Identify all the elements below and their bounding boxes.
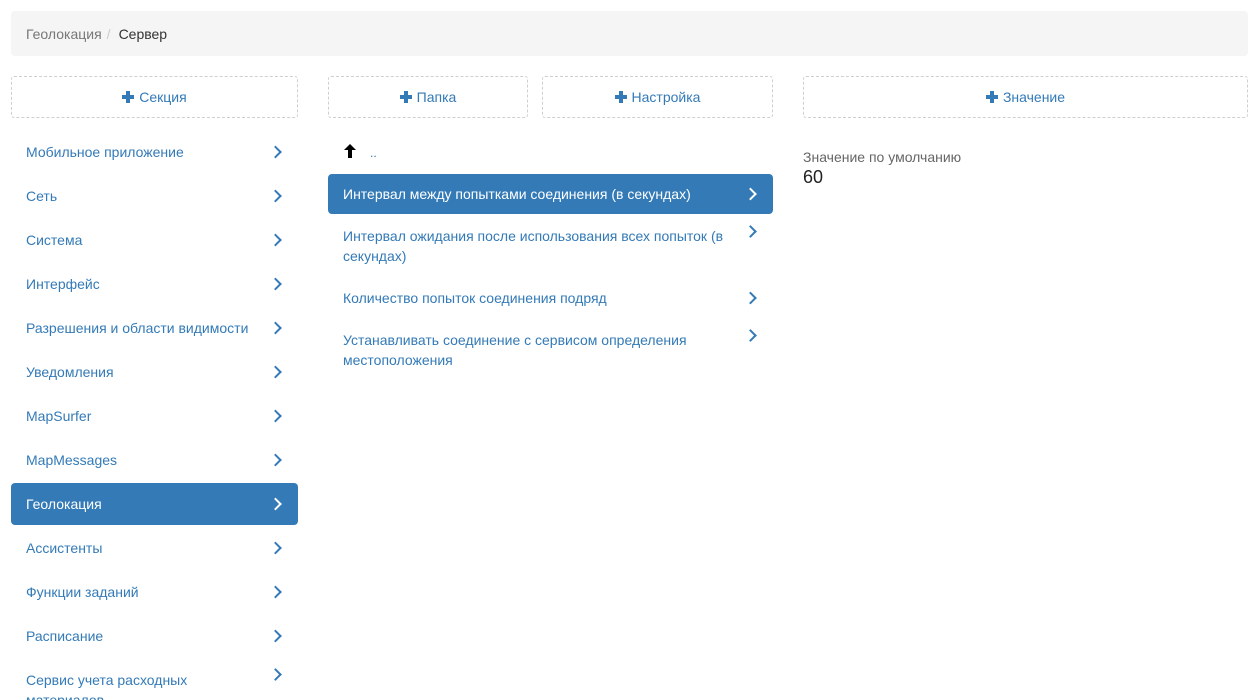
section-item-label: Сеть <box>26 188 58 204</box>
parent-folder-link[interactable]: .. <box>328 131 773 171</box>
chevron-right-icon <box>269 321 282 335</box>
chevron-right-icon <box>269 233 282 247</box>
setting-item-label: Устанавливать соединение с сервисом опре… <box>343 332 687 368</box>
plus-icon <box>614 91 627 103</box>
setting-item-retry-count[interactable]: Количество попыток соединения подряд <box>328 278 773 318</box>
section-item-label: MapSurfer <box>26 408 92 424</box>
default-value-label: Значение по умолчанию <box>803 149 962 165</box>
section-item-label: Уведомления <box>26 364 114 380</box>
add-value-button[interactable]: Значение <box>803 76 1248 118</box>
plus-icon <box>122 91 135 103</box>
section-item-label: Ассистенты <box>26 540 103 556</box>
section-item-consumables-service[interactable]: Сервис учета расходных материалов <box>11 659 298 700</box>
section-item-label: Функции заданий <box>26 584 139 600</box>
chevron-right-icon <box>269 629 282 643</box>
chevron-right-icon <box>744 291 757 305</box>
section-item-task-functions[interactable]: Функции заданий <box>11 571 298 613</box>
add-section-label: Секция <box>139 89 187 105</box>
parent-folder-label: .. <box>370 146 377 160</box>
chevron-right-icon <box>269 541 282 555</box>
section-item-assistants[interactable]: Ассистенты <box>11 527 298 569</box>
setting-item-label: Интервал ожидания после использования вс… <box>343 228 724 264</box>
section-item-permissions[interactable]: Разрешения и области видимости <box>11 307 298 349</box>
section-item-geolocation[interactable]: Геолокация <box>11 483 298 525</box>
chevron-right-icon <box>744 187 757 201</box>
add-setting-button[interactable]: Настройка <box>542 76 773 118</box>
section-item-mapmessages[interactable]: MapMessages <box>11 439 298 481</box>
section-item-mobile-app[interactable]: Мобильное приложение <box>11 131 298 173</box>
chevron-right-icon <box>269 453 282 467</box>
settings-list: .. Интервал между попытками соединения (… <box>328 131 773 382</box>
setting-item-label: Интервал между попытками соединения (в с… <box>343 186 691 202</box>
add-folder-button[interactable]: Папка <box>328 76 528 118</box>
section-item-label: Разрешения и области видимости <box>26 320 249 336</box>
value-panel: Значение по умолчанию 60 <box>803 148 961 188</box>
setting-item-wait-interval[interactable]: Интервал ожидания после использования вс… <box>328 216 773 276</box>
plus-icon <box>399 91 412 103</box>
section-item-label: Геолокация <box>26 496 102 512</box>
section-item-label: MapMessages <box>26 452 118 468</box>
breadcrumb-current: Сервер <box>118 25 168 42</box>
chevron-right-icon <box>744 225 757 238</box>
breadcrumb: Геолокация / Сервер <box>11 11 1248 56</box>
section-item-mapsurfer[interactable]: MapSurfer <box>11 395 298 437</box>
section-item-schedule[interactable]: Расписание <box>11 615 298 657</box>
add-section-button[interactable]: Секция <box>11 76 298 118</box>
section-item-notifications[interactable]: Уведомления <box>11 351 298 393</box>
section-item-label: Интерфейс <box>26 276 100 292</box>
chevron-right-icon <box>269 585 282 599</box>
default-value: 60 <box>803 167 824 187</box>
chevron-right-icon <box>744 329 757 342</box>
section-item-label: Расписание <box>26 628 104 644</box>
breadcrumb-parent[interactable]: Геолокация <box>26 26 102 42</box>
chevron-right-icon <box>269 189 282 203</box>
section-item-label: Мобильное приложение <box>26 144 184 160</box>
chevron-right-icon <box>269 497 282 511</box>
section-item-interface[interactable]: Интерфейс <box>11 263 298 305</box>
setting-item-retry-interval[interactable]: Интервал между попытками соединения (в с… <box>328 174 773 214</box>
chevron-right-icon <box>269 409 282 423</box>
section-item-label: Сервис учета расходных материалов <box>26 672 188 700</box>
setting-item-label: Количество попыток соединения подряд <box>343 290 607 306</box>
section-list: Мобильное приложение Сеть Система Интерф… <box>11 131 298 700</box>
plus-icon <box>985 91 998 103</box>
section-item-network[interactable]: Сеть <box>11 175 298 217</box>
chevron-right-icon <box>269 668 282 681</box>
chevron-right-icon <box>269 365 282 379</box>
add-folder-label: Папка <box>416 89 457 105</box>
arrow-up-icon <box>344 144 356 158</box>
section-item-system[interactable]: Система <box>11 219 298 261</box>
section-item-label: Система <box>26 232 83 248</box>
add-value-label: Значение <box>1002 89 1066 105</box>
chevron-right-icon <box>269 277 282 291</box>
chevron-right-icon <box>269 145 282 159</box>
add-setting-label: Настройка <box>631 89 701 105</box>
setting-item-connect-location-service[interactable]: Устанавливать соединение с сервисом опре… <box>328 320 773 380</box>
breadcrumb-separator: / <box>106 25 111 42</box>
